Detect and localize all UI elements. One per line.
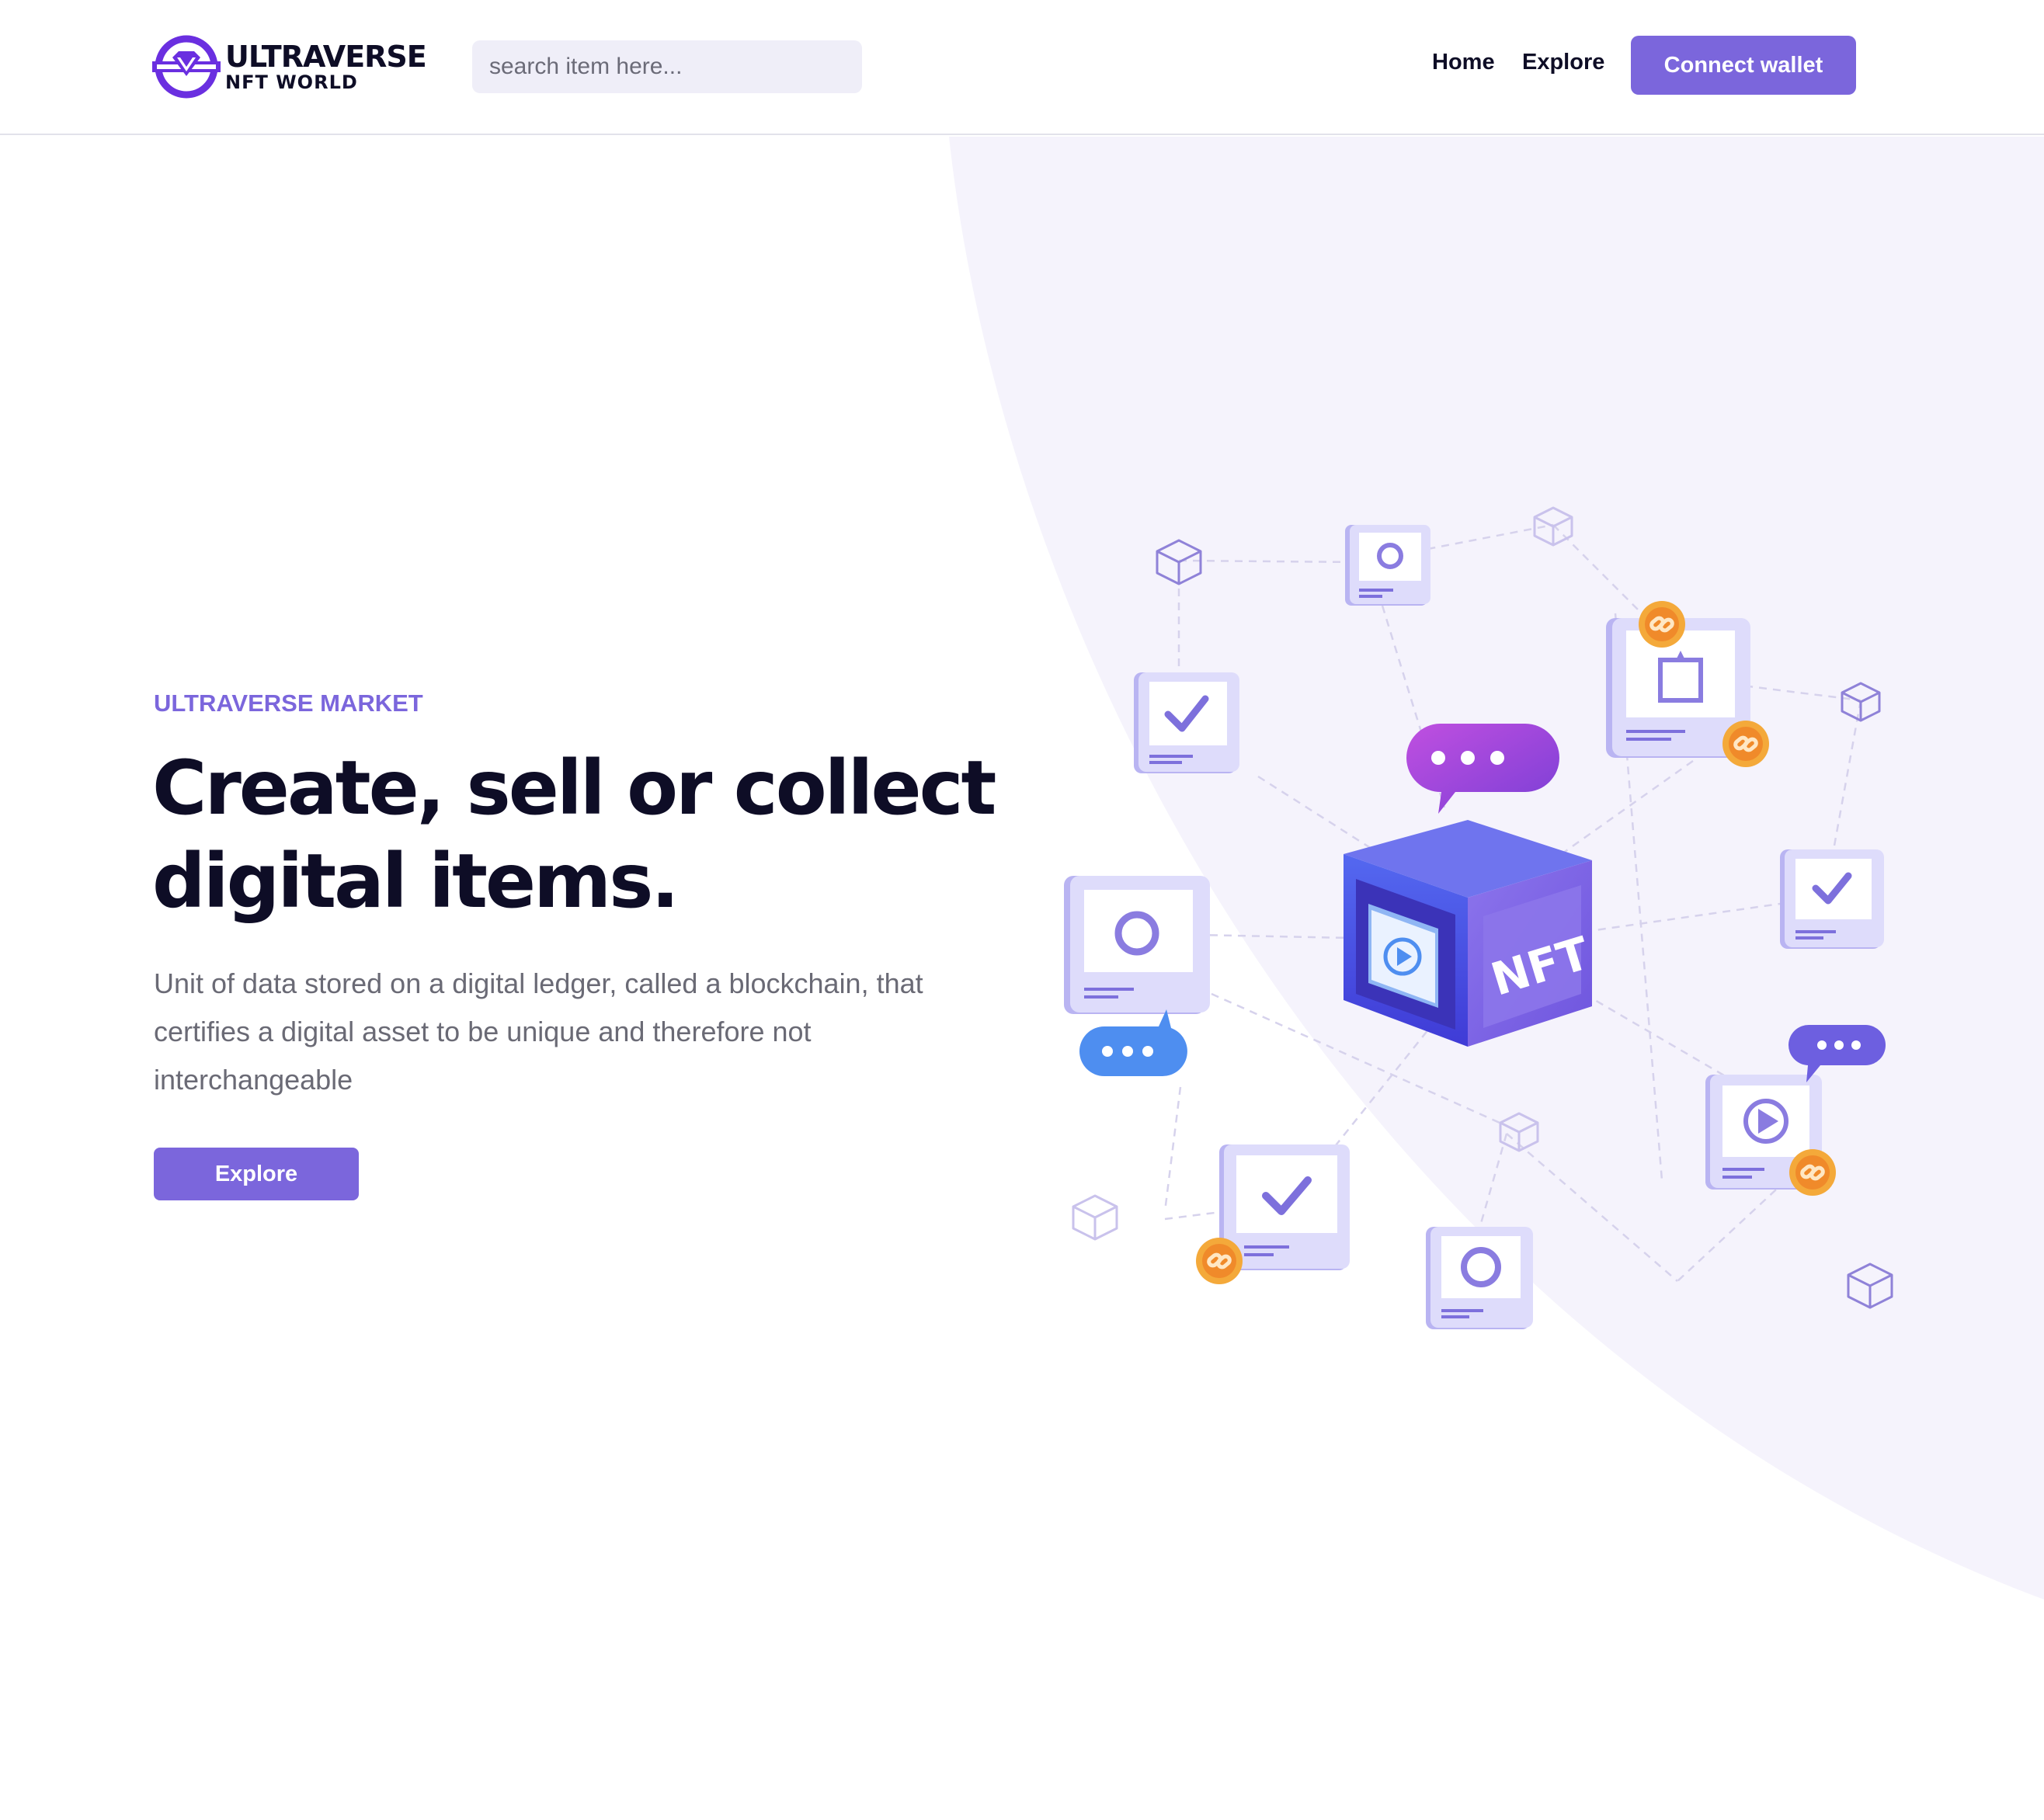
nft-cube-icon: NFT [1344, 820, 1596, 1047]
nav-explore-link[interactable]: Explore [1522, 50, 1604, 75]
chat-bubble-icon [1406, 724, 1559, 814]
coin-icon [1722, 721, 1769, 767]
nav-home-link[interactable]: Home [1432, 50, 1495, 75]
coin-icon [1196, 1238, 1243, 1284]
chat-bubble-icon [1788, 1024, 1886, 1082]
nft-card-circle-top [1345, 525, 1430, 606]
nft-card-check-left [1134, 672, 1239, 773]
logo-subtitle: NFT WORLD [225, 71, 358, 93]
connect-wallet-button[interactable]: Connect wallet [1631, 36, 1856, 95]
coin-icon [1789, 1149, 1836, 1196]
search-input[interactable] [472, 40, 862, 93]
logo-title: ULTRAVERSE [225, 40, 427, 74]
diamond-logo-icon [152, 35, 221, 99]
nft-card-circle-bottom [1426, 1227, 1533, 1329]
nft-card-circle-left [1064, 876, 1210, 1014]
nft-card-check-right [1780, 849, 1884, 949]
coin-icon [1639, 601, 1685, 648]
hero-description: Unit of data stored on a digital ledger,… [154, 967, 923, 1096]
chat-bubble-icon [1079, 1009, 1187, 1077]
logo[interactable]: ULTRAVERSE NFT WORLD [152, 34, 432, 99]
nft-network-illustration: NFT [1064, 506, 1893, 1329]
site-header: ULTRAVERSE NFT WORLD Home Explore Connec… [0, 0, 2044, 135]
hero-headline: Create, sell or collect digital items. [152, 745, 996, 925]
hero-eyebrow: ULTRAVERSE MARKET [154, 689, 423, 717]
hero-explore-button[interactable]: Explore [154, 1148, 359, 1200]
